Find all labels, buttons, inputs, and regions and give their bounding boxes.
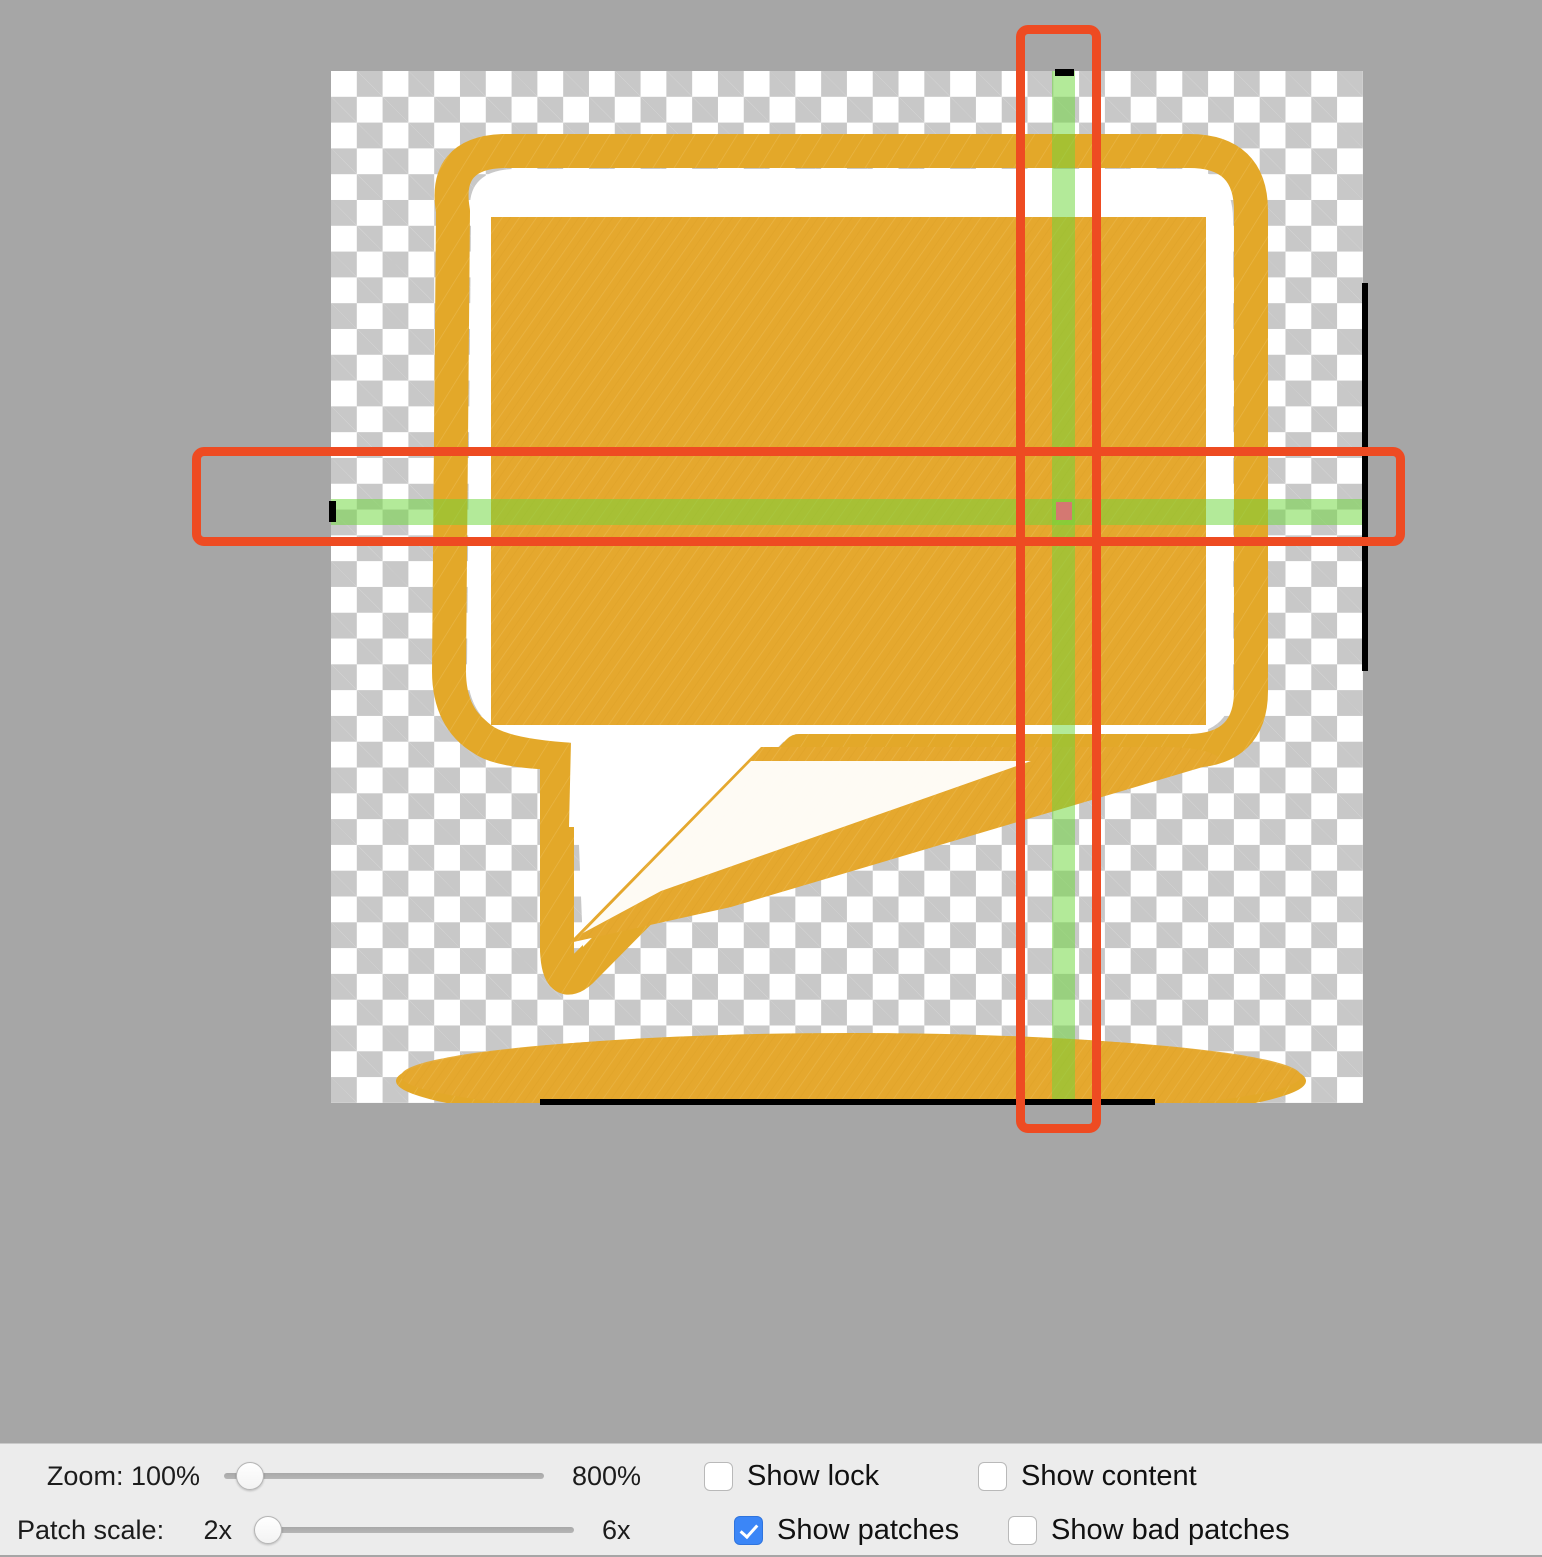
control-row-zoom: Zoom: 100% 800% Show lock Show content xyxy=(0,1449,1542,1503)
patch-scale-slider-track[interactable] xyxy=(254,1527,574,1533)
show-content-label: Show content xyxy=(1021,1459,1197,1492)
speech-bubble-artwork xyxy=(396,134,1306,1103)
transparent-image-canvas[interactable] xyxy=(331,71,1363,1103)
show-lock-checkbox[interactable] xyxy=(704,1461,733,1491)
zoom-slider[interactable] xyxy=(224,1462,544,1490)
show-bad-patches-label: Show bad patches xyxy=(1051,1513,1290,1546)
checkbox-show-bad-patches[interactable]: Show bad patches xyxy=(1008,1514,1290,1547)
selection-rect-horizontal[interactable] xyxy=(192,447,1405,546)
zoom-max-label: 800% xyxy=(572,1460,642,1491)
zoom-label: Zoom: 100% xyxy=(46,1460,200,1491)
selection-rect-vertical[interactable] xyxy=(1016,25,1101,1133)
show-content-checkbox[interactable] xyxy=(978,1461,1007,1491)
show-lock-label: Show lock xyxy=(747,1459,880,1492)
patch-scale-min-label: 2x xyxy=(203,1514,232,1545)
checkbox-show-patches[interactable]: Show patches xyxy=(734,1514,984,1547)
zoom-slider-track[interactable] xyxy=(224,1473,544,1479)
checkbox-show-content[interactable]: Show content xyxy=(978,1460,1197,1493)
canvas-viewport[interactable] xyxy=(0,0,1542,1440)
checkbox-show-lock[interactable]: Show lock xyxy=(704,1460,954,1493)
patch-scale-max-label: 6x xyxy=(602,1514,631,1545)
zoom-slider-thumb[interactable] xyxy=(235,1462,264,1490)
show-patches-checkbox[interactable] xyxy=(734,1515,763,1545)
control-row-patch-scale: Patch scale: 2x 6x Show patches Show bad… xyxy=(0,1503,1542,1557)
patch-scale-slider[interactable] xyxy=(254,1516,574,1544)
show-bad-patches-checkbox[interactable] xyxy=(1008,1515,1037,1545)
patch-scale-label: Patch scale: xyxy=(17,1514,165,1545)
patch-scale-slider-thumb[interactable] xyxy=(254,1516,282,1544)
control-bar: Zoom: 100% 800% Show lock Show content P… xyxy=(0,1443,1542,1555)
show-patches-label: Show patches xyxy=(777,1513,960,1546)
